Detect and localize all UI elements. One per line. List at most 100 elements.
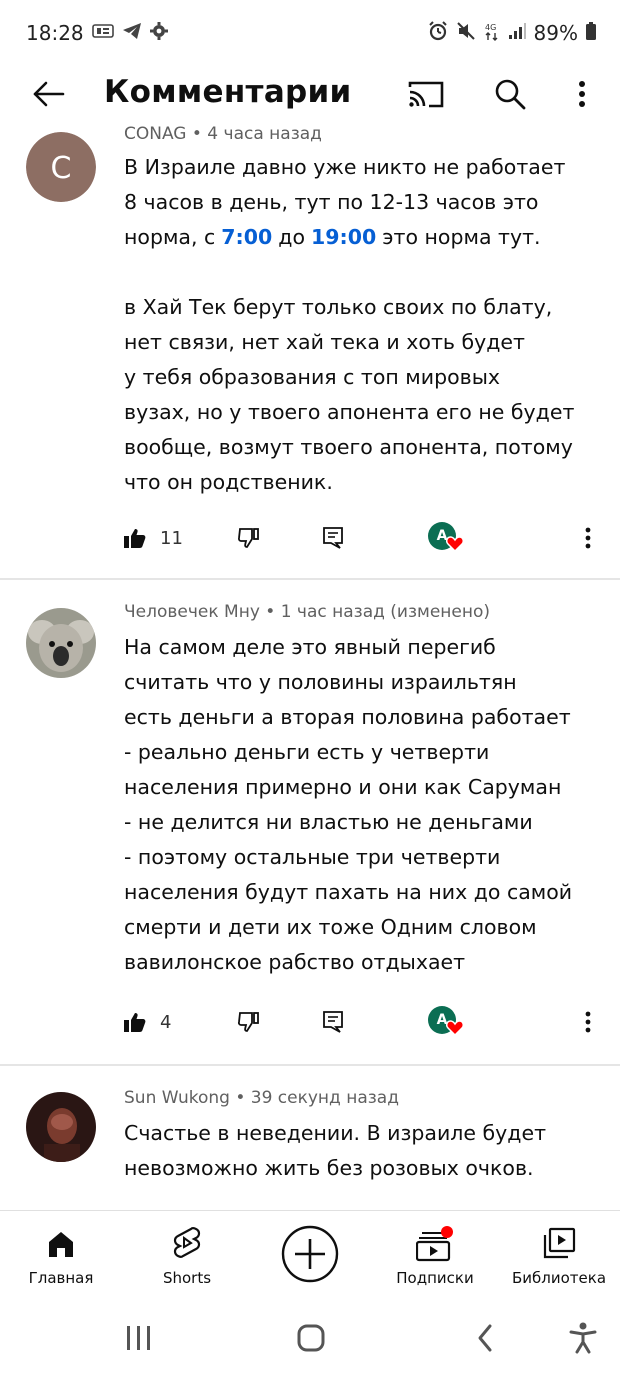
more-options-button[interactable] xyxy=(560,72,604,116)
like-count: 4 xyxy=(160,1011,172,1033)
status-time: 18:28 xyxy=(26,21,84,45)
telegram-icon xyxy=(122,22,142,45)
thumbs-down-icon xyxy=(237,1012,259,1032)
comment-line: смерти и дети их тоже Одним словом xyxy=(124,915,537,939)
comment-text-fragment: это норма тут. xyxy=(382,225,541,249)
like-button[interactable]: 11 xyxy=(124,518,183,558)
mute-icon xyxy=(456,21,476,46)
sim-icon xyxy=(91,23,114,44)
comment-item: Sun Wukong • 39 секунд назад Счастье в н… xyxy=(0,1066,620,1210)
subscriptions-icon xyxy=(416,1225,454,1263)
comment-text: На самом деле это явный перегиб считать … xyxy=(124,630,604,980)
back-system-button[interactable] xyxy=(460,1316,510,1360)
avatar[interactable] xyxy=(26,1092,96,1162)
comment-line: Счастье в неведении. В израиле будет xyxy=(124,1121,547,1145)
thumbs-up-icon xyxy=(124,1013,146,1032)
comments-list[interactable]: C CONAG • 4 часа назад В Израиле давно у… xyxy=(0,122,620,1210)
timestamp-link[interactable]: 19:00 xyxy=(305,225,382,249)
dislike-button[interactable] xyxy=(234,518,264,558)
comment-text-fragment: норма, с xyxy=(124,225,216,249)
creator-heart: A xyxy=(428,1006,466,1040)
comment-line: вузах, но у твоего апонента его не будет xyxy=(124,400,575,424)
avatar[interactable] xyxy=(26,608,96,678)
back-arrow-icon xyxy=(33,81,65,107)
comment-line: - реально деньги есть у четверти xyxy=(124,740,490,764)
more-vert-icon xyxy=(585,527,591,549)
comment-line: в Хай Тек берут только своих по блату, xyxy=(124,295,553,319)
home-icon xyxy=(46,1225,76,1263)
nav-subscriptions[interactable]: Подписки xyxy=(380,1211,490,1303)
accessibility-button[interactable] xyxy=(558,1316,608,1360)
timestamp-link[interactable]: 7:00 xyxy=(215,225,278,249)
comment-menu-button[interactable] xyxy=(576,1002,600,1042)
thumbs-up-icon xyxy=(124,529,146,548)
comment-line: 8 часов в день, тут по 12-13 часов это xyxy=(124,190,539,214)
alarm-icon xyxy=(428,20,448,46)
nav-home[interactable]: Главная xyxy=(6,1211,116,1303)
comment-menu-button[interactable] xyxy=(576,518,600,558)
dislike-button[interactable] xyxy=(234,1002,264,1042)
avatar[interactable]: C xyxy=(26,132,96,202)
comment-line: нет связи, нет хай тека и хоть будет xyxy=(124,330,525,354)
comment-actions: 11 A xyxy=(0,518,620,558)
comment-line: В Израиле давно уже никто не работает xyxy=(124,155,566,179)
comment-line: На самом деле это явный перегиб xyxy=(124,635,496,659)
battery-percent: 89% xyxy=(533,21,578,45)
accessibility-icon xyxy=(569,1322,597,1354)
reply-button[interactable] xyxy=(318,1002,348,1042)
add-circle-icon xyxy=(281,1225,339,1283)
more-vert-icon xyxy=(585,1011,591,1033)
cast-button[interactable] xyxy=(402,72,450,116)
4g-icon: 4G xyxy=(484,21,500,46)
search-button[interactable] xyxy=(486,72,534,116)
svg-text:4G: 4G xyxy=(485,23,496,32)
bottom-navigation: Главная Shorts Подписки Библиотека xyxy=(0,1210,620,1302)
settings-gear-icon xyxy=(149,21,168,45)
create-button[interactable] xyxy=(281,1225,339,1283)
comment-line-with-timestamps: норма, с 7:00 до 19:00 это норма тут. xyxy=(124,220,604,255)
comment-item: C CONAG • 4 часа назад В Израиле давно у… xyxy=(0,122,620,578)
reply-button[interactable] xyxy=(318,518,348,558)
comment-text: В Израиле давно уже никто не работает 8 … xyxy=(124,150,604,500)
comment-text: Счастье в неведении. В израиле будет нев… xyxy=(124,1116,604,1186)
nav-library-label: Библиотека xyxy=(511,1269,607,1287)
nav-subscriptions-label: Подписки xyxy=(396,1269,474,1287)
reply-comment-icon xyxy=(323,1011,343,1033)
comment-item: Человечек Мну • 1 час назад (изменено) Н… xyxy=(0,580,620,1064)
notification-dot xyxy=(441,1226,453,1238)
reply-comment-icon xyxy=(323,527,343,549)
comment-line: - не делится ни властью не деньгами xyxy=(124,810,533,834)
more-vert-icon xyxy=(579,81,585,107)
heart-icon xyxy=(446,1020,464,1036)
comment-line: вавилонское рабство отдыхает xyxy=(124,950,466,974)
recent-apps-icon xyxy=(127,1326,150,1350)
comment-line: - поэтому остальные три четверти xyxy=(124,845,501,869)
comment-line: что он родственик. xyxy=(124,470,333,494)
comment-author-line[interactable]: CONAG • 4 часа назад xyxy=(124,124,322,144)
like-button[interactable]: 4 xyxy=(124,1002,171,1042)
status-right: 4G 89% xyxy=(428,20,596,46)
thumbs-down-icon xyxy=(237,528,259,548)
back-button[interactable] xyxy=(26,72,70,116)
status-left: 18:28 xyxy=(26,21,168,45)
comment-line: населения будут пахать на них до самой xyxy=(124,880,573,904)
like-count: 11 xyxy=(160,527,183,549)
comment-actions: 4 A xyxy=(0,1002,620,1042)
system-navigation-bar xyxy=(0,1302,620,1376)
search-icon xyxy=(495,79,526,110)
nav-shorts-label: Shorts xyxy=(162,1269,212,1287)
comment-text-fragment: до xyxy=(278,225,306,249)
home-system-button[interactable] xyxy=(286,1316,336,1360)
comment-line: у тебя образования с топ мировых xyxy=(124,365,501,389)
recent-apps-button[interactable] xyxy=(114,1316,164,1360)
comment-line: есть деньги а вторая половина работает xyxy=(124,705,571,729)
comment-author-line[interactable]: Человечек Мну • 1 час назад (изменено) xyxy=(124,602,490,622)
comment-author-line[interactable]: Sun Wukong • 39 секунд назад xyxy=(124,1088,399,1108)
shorts-icon xyxy=(172,1225,202,1263)
signal-icon xyxy=(508,22,526,45)
nav-shorts[interactable]: Shorts xyxy=(132,1211,242,1303)
nav-library[interactable]: Библиотека xyxy=(504,1211,614,1303)
page-title: Комментарии xyxy=(104,74,352,110)
comment-line: населения примерно и они как Саруман xyxy=(124,775,562,799)
